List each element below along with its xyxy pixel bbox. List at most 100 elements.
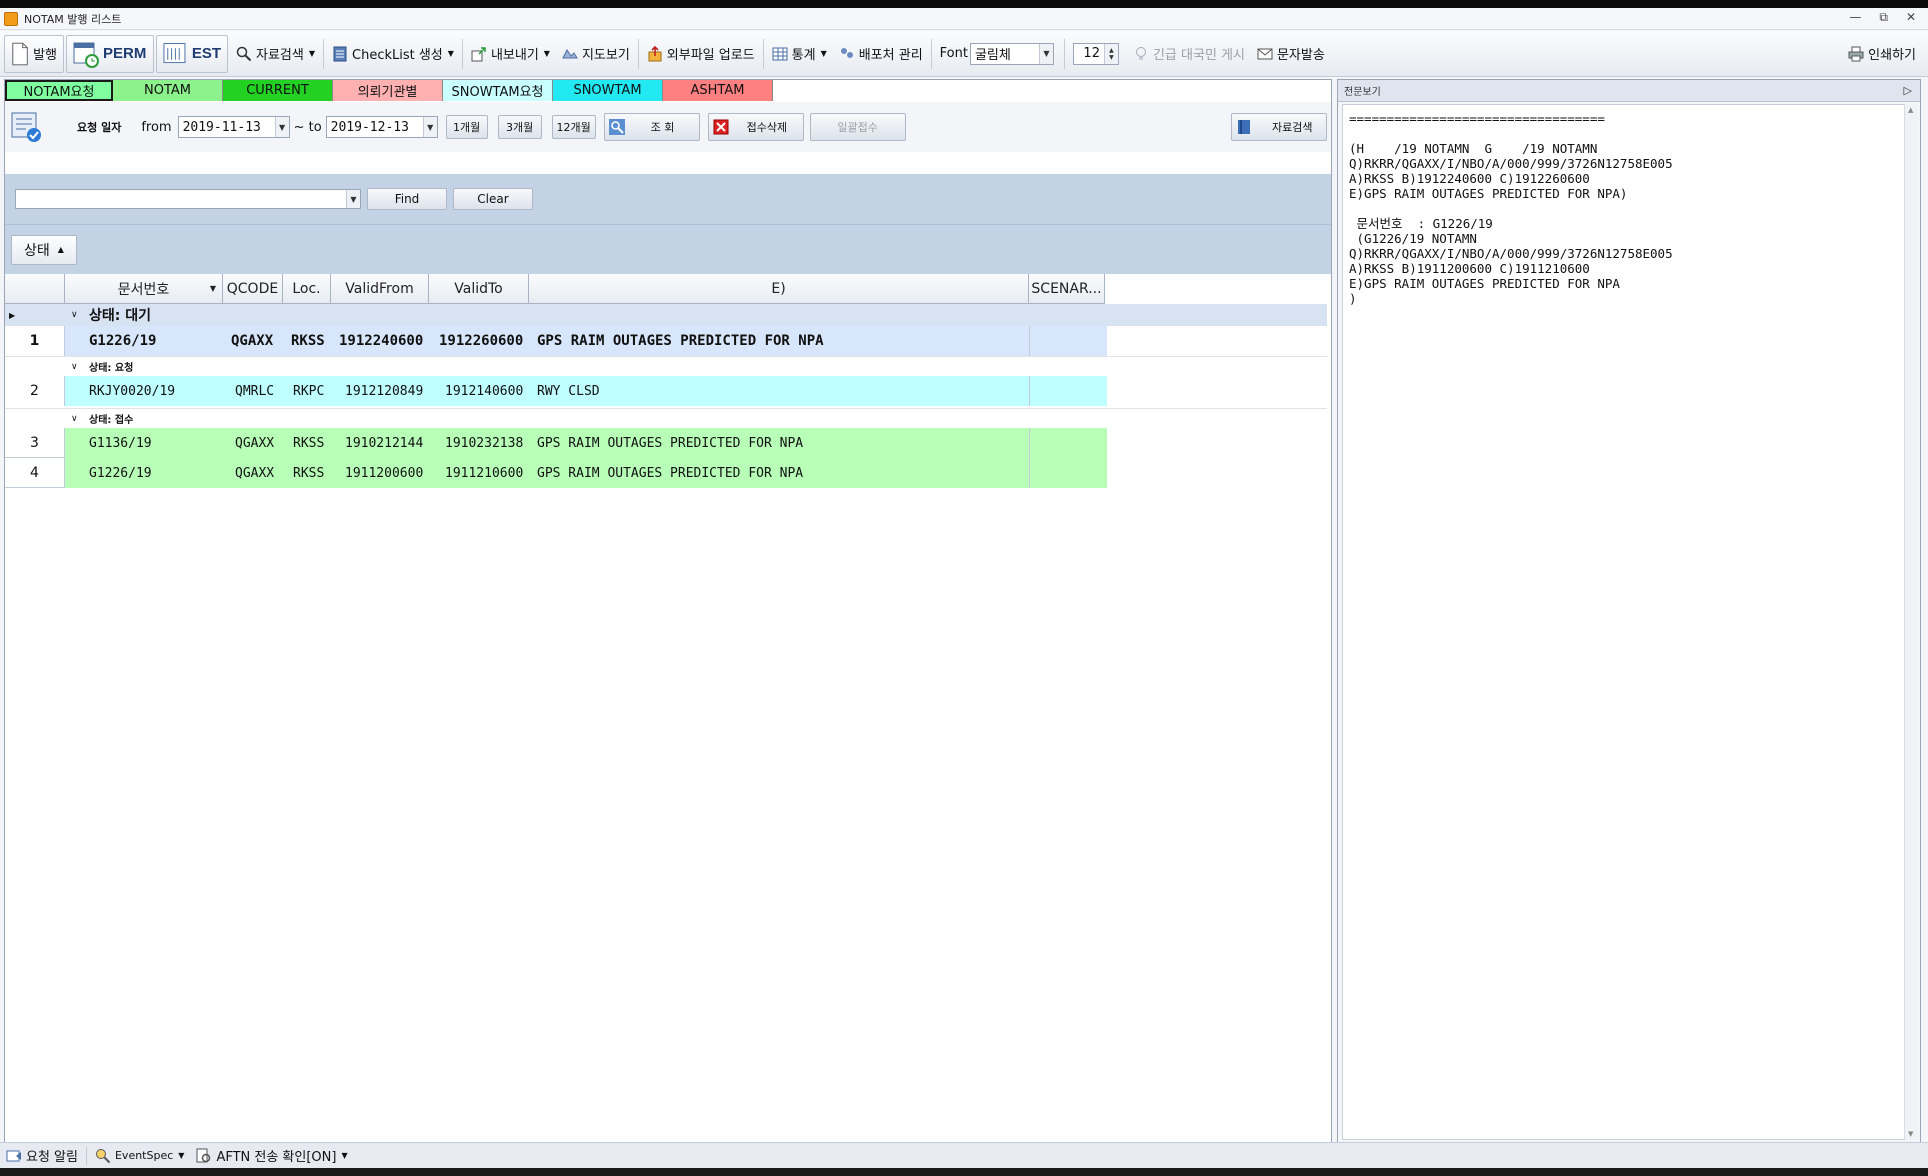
clear-button[interactable]: Clear [453, 188, 533, 210]
chevron-down-icon[interactable]: ▼ [422, 117, 437, 137]
map-view-button[interactable]: 지도보기 [556, 35, 636, 73]
export-menu[interactable]: 내보내기 ▼ [465, 35, 556, 73]
eventspec-menu[interactable]: EventSpec ▼ [89, 1145, 190, 1167]
column-header-qcode[interactable]: QCODE [223, 274, 283, 304]
cell-qcode: QGAXX [235, 435, 275, 451]
chevron-down-icon[interactable]: ∨ [71, 310, 78, 320]
sms-button[interactable]: 문자발송 [1251, 35, 1331, 73]
table-row[interactable]: 2 RKJY0020/19 QMRLC RKPC 1912120849 1912… [5, 376, 1107, 406]
document-icon [12, 42, 28, 65]
find-button[interactable]: Find [367, 188, 447, 210]
group-by-panel: 상태 ▲ [5, 224, 1331, 274]
chevron-down-icon[interactable]: ▼ [210, 284, 216, 293]
upload-icon [648, 45, 662, 61]
cell-e-text: GPS RAIM OUTAGES PREDICTED FOR NPA [537, 465, 804, 481]
search-button[interactable]: 조 회 [603, 113, 700, 141]
perm-button[interactable]: PERM [66, 34, 154, 73]
to-date-picker[interactable]: 2019-12-13 ▼ [325, 116, 438, 138]
bulk-receipt-button[interactable]: 일괄접수 [809, 113, 906, 141]
upload-button[interactable]: 외부파일 업로드 [641, 35, 761, 73]
header-label: E) [771, 280, 786, 297]
preview-scrollbar[interactable]: ▲ ▼ [1904, 104, 1918, 1140]
column-header-scenario[interactable]: SCENAR... [1029, 274, 1105, 304]
range-12-month-button[interactable]: 12개월 [551, 115, 596, 139]
clear-label: Clear [477, 192, 509, 206]
delete-receipt-button[interactable]: 접수삭제 [707, 113, 804, 141]
magnifier-doc-icon [196, 1148, 211, 1162]
column-header-e[interactable]: E) [529, 274, 1029, 304]
publish-button[interactable]: 발행 [4, 34, 64, 73]
cell-doc-number: G1226/19 [89, 465, 152, 481]
pin-icon[interactable]: ▷ [1904, 84, 1912, 97]
tab-ashtam[interactable]: ASHTAM [663, 80, 773, 101]
data-search-button[interactable]: 자료검색 [1231, 113, 1327, 141]
group-row-wait[interactable]: ▶ ∨ 상태: 대기 [5, 304, 1327, 326]
toolbar-divider [323, 38, 324, 69]
toolbar-divider [637, 38, 639, 69]
column-header-doc-number[interactable]: 문서번호 ▼ [65, 274, 223, 304]
header-label: 문서번호 [117, 281, 170, 298]
table-row[interactable]: 3 G1136/19 QGAXX RKSS 1910212144 1910232… [5, 428, 1107, 458]
minimize-icon[interactable]: — [1849, 10, 1861, 25]
cell-valid-from: 1912120849 [345, 383, 424, 399]
request-alert-label: 요청 알림 [26, 1150, 78, 1165]
chevron-down-icon[interactable]: ▼ [1038, 43, 1053, 64]
from-date-value: 2019-11-13 [182, 119, 261, 135]
notam-preview-text[interactable]: ================================== (H /1… [1342, 104, 1908, 1140]
checklist-menu[interactable]: CheckList 생성 ▼ [326, 35, 460, 73]
cell-e-text: GPS RAIM OUTAGES PREDICTED FOR NPA [537, 333, 824, 349]
restore-icon[interactable]: ⧉ [1879, 10, 1888, 25]
bulk-receipt-label: 일괄접수 [837, 121, 878, 134]
print-label: 인쇄하기 [1868, 48, 1916, 63]
cell-valid-from: 1912240600 [339, 333, 424, 349]
publish-label: 발행 [33, 48, 57, 63]
chevron-down-icon[interactable]: ∨ [71, 362, 78, 372]
tab-by-agency[interactable]: 의뢰기관별 [333, 80, 443, 101]
calendar-check-icon [11, 112, 41, 142]
table-row[interactable]: 1 G1226/19 QGAXX RKSS 1912240600 1912260… [5, 326, 1107, 356]
distribution-manage-button[interactable]: 배포처 관리 [833, 35, 929, 73]
request-alert-button[interactable]: 요청 알림 [0, 1145, 84, 1167]
list-icon [333, 46, 347, 61]
tab-snowtam[interactable]: SNOWTAM [553, 80, 663, 101]
est-button[interactable]: EST [156, 34, 228, 73]
close-icon[interactable]: ✕ [1906, 10, 1916, 25]
spinner-icon[interactable]: ▲ ▼ [1103, 43, 1118, 64]
tab-notam[interactable]: NOTAM [113, 80, 223, 101]
eventspec-label: EventSpec [114, 1149, 174, 1162]
aftn-confirm-menu[interactable]: AFTN 전송 확인[ON] ▼ [190, 1145, 353, 1167]
find-label: Find [394, 192, 420, 206]
row-number: 3 [5, 428, 65, 458]
chevron-down-icon: ▼ [447, 49, 454, 58]
emergency-post-button[interactable]: 긴급 대국민 게시 [1127, 35, 1251, 73]
table-row[interactable]: 4 G1226/19 QGAXX RKSS 1911200600 1911210… [5, 458, 1107, 488]
column-header-valid-from[interactable]: ValidFrom [331, 274, 429, 304]
tab-notam-request[interactable]: NOTAM요청 [5, 80, 113, 101]
data-search-menu[interactable]: 자료검색 ▼ [230, 35, 321, 73]
group-row-received[interactable]: ∨ 상태: 접수 [5, 408, 1327, 428]
group-row-request[interactable]: ∨ 상태: 요청 [5, 356, 1327, 376]
column-header-loc[interactable]: Loc. [283, 274, 331, 304]
scroll-down-icon[interactable]: ▼ [1908, 1130, 1913, 1138]
group-by-status-chip[interactable]: 상태 ▲ [11, 234, 77, 265]
font-size-stepper[interactable]: 12 ▲ ▼ [1072, 42, 1119, 65]
scroll-up-icon[interactable]: ▲ [1908, 106, 1913, 114]
range-3-month-button[interactable]: 3개월 [497, 115, 542, 139]
find-input[interactable]: ▼ [15, 189, 361, 209]
stats-menu[interactable]: 통계 ▼ [766, 35, 833, 73]
chevron-down-icon: ▼ [543, 49, 550, 58]
font-label-text: Font [939, 46, 968, 61]
print-button[interactable]: 인쇄하기 [1842, 35, 1922, 73]
status-divider [85, 1146, 87, 1165]
chevron-down-icon[interactable]: ▼ [274, 117, 289, 137]
range-1-month-button[interactable]: 1개월 [445, 115, 488, 139]
from-date-picker[interactable]: 2019-11-13 ▼ [177, 116, 290, 138]
chevron-down-icon[interactable]: ∨ [71, 414, 78, 424]
font-select[interactable]: 굴림체 ▼ [969, 42, 1054, 65]
chevron-down-icon[interactable]: ▼ [346, 190, 360, 208]
tab-current[interactable]: CURRENT [223, 80, 333, 101]
emergency-label: 긴급 대국민 게시 [1152, 48, 1245, 63]
cell-doc-number: G1226/19 [89, 333, 157, 349]
column-header-valid-to[interactable]: ValidTo [429, 274, 529, 304]
tab-snowtam-request[interactable]: SNOWTAM요청 [443, 80, 553, 101]
